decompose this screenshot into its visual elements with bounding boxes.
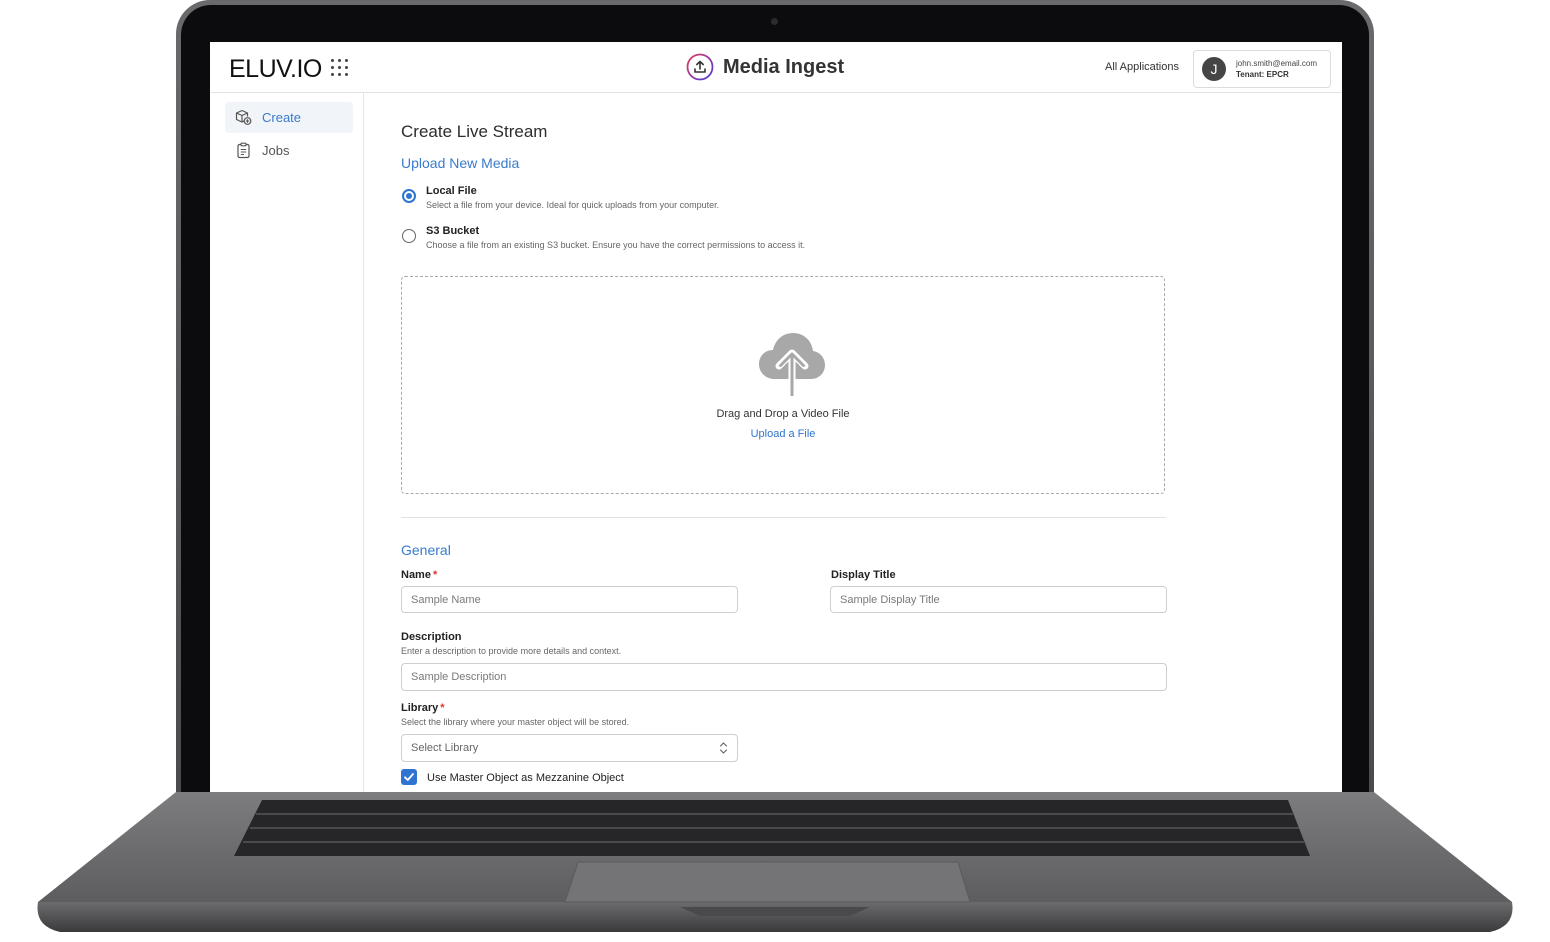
radio-label: Local File — [426, 185, 477, 197]
app-title: Media Ingest — [686, 50, 844, 84]
source-option-s3-bucket[interactable]: S3 Bucket Choose a file from an existing… — [401, 225, 1001, 255]
mezzanine-checkbox-label[interactable]: Use Master Object as Mezzanine Object — [427, 772, 624, 784]
description-input[interactable] — [401, 663, 1167, 691]
laptop-camera — [771, 18, 778, 25]
cloud-upload-icon — [759, 333, 825, 396]
section-divider — [401, 517, 1166, 518]
description-label: Description — [401, 631, 462, 643]
upload-file-link[interactable]: Upload a File — [402, 428, 1164, 440]
radio-label: S3 Bucket — [426, 225, 480, 237]
radio-description: Select a file from your device. Ideal fo… — [426, 200, 720, 210]
display-title-label: Display Title — [831, 569, 896, 581]
required-marker: * — [432, 569, 438, 581]
library-label: Library * — [401, 702, 445, 714]
sidebar-item-label: Create — [262, 110, 302, 125]
create-package-icon — [235, 109, 252, 125]
app-screen: ELUV.IO Media Ingest All Applications J … — [210, 42, 1342, 792]
chevron-up-down-icon — [719, 742, 728, 754]
sidebar-item-label: Jobs — [262, 143, 290, 158]
eluvio-logo[interactable]: ELUV.IO — [229, 55, 322, 84]
file-dropzone[interactable]: Drag and Drop a Video File Upload a File — [401, 276, 1165, 494]
page-title: Create Live Stream — [401, 122, 548, 141]
top-bar: ELUV.IO Media Ingest All Applications J … — [210, 42, 1342, 93]
all-applications-link[interactable]: All Applications — [1105, 61, 1179, 73]
dropzone-text: Drag and Drop a Video File — [716, 408, 850, 420]
local-file-radio[interactable] — [402, 189, 416, 203]
app-grid-icon[interactable] — [331, 59, 349, 77]
media-ingest-upload-icon — [686, 53, 714, 81]
general-section-title: General — [401, 542, 451, 558]
sidebar-item-jobs[interactable]: Jobs — [225, 135, 353, 166]
checkmark-icon — [404, 773, 414, 781]
library-help: Select the library where your master obj… — [401, 717, 630, 727]
sidebar-item-create[interactable]: Create — [225, 102, 353, 133]
app-title-text: Media Ingest — [723, 55, 845, 78]
description-help: Enter a description to provide more deta… — [401, 646, 622, 656]
source-option-local-file[interactable]: Local File Select a file from your devic… — [401, 185, 1001, 215]
upload-section-title: Upload New Media — [401, 155, 520, 171]
clipboard-icon — [237, 142, 250, 159]
s3-bucket-radio[interactable] — [402, 229, 416, 243]
library-select-value: Select Library — [411, 742, 479, 754]
display-title-input[interactable] — [830, 586, 1167, 613]
required-marker: * — [440, 702, 445, 714]
user-tenant: Tenant: EPCR — [1236, 70, 1289, 79]
avatar: J — [1202, 57, 1226, 81]
laptop-base — [0, 790, 1550, 942]
library-select[interactable]: Select Library — [401, 734, 738, 762]
radio-description: Choose a file from an existing S3 bucket… — [426, 240, 806, 250]
sidebar: Create Jobs — [210, 93, 364, 792]
mezzanine-checkbox[interactable] — [401, 769, 417, 785]
name-input[interactable] — [401, 586, 738, 613]
user-profile-button[interactable]: J john.smith@email.com Tenant: EPCR — [1193, 50, 1331, 88]
name-label: Name * — [401, 569, 438, 581]
user-email: john.smith@email.com — [1236, 59, 1318, 68]
